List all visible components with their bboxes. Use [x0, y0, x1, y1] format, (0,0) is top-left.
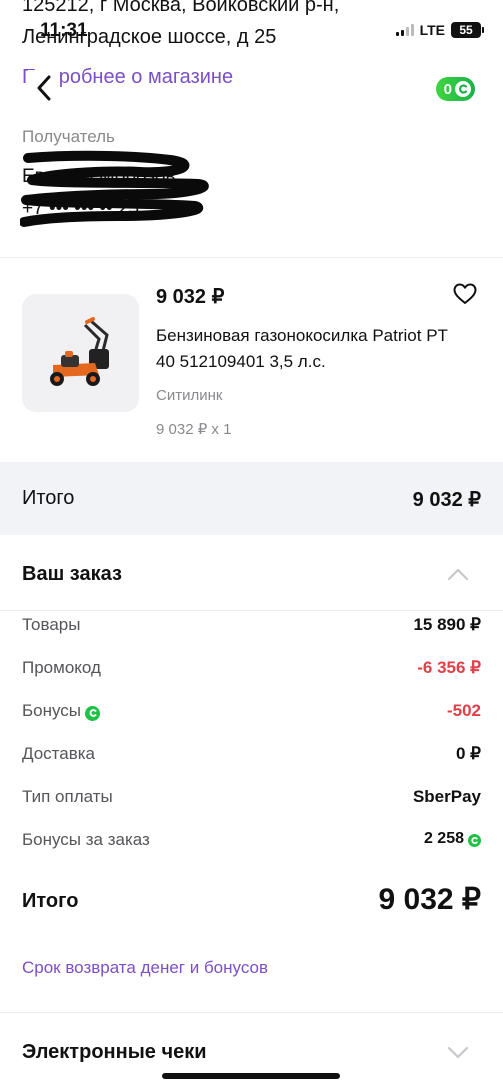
total-band-label: Итого: [22, 487, 75, 509]
product-quantity: 9 032 ₽ x 1: [156, 421, 232, 438]
order-row-label-promo: Промокод: [22, 658, 101, 677]
chevron-left-icon: [37, 75, 51, 101]
chevron-down-icon[interactable]: [447, 1045, 469, 1059]
recipient-label: Получатель: [22, 127, 115, 146]
chevron-up-icon[interactable]: [447, 567, 469, 581]
order-row-label-delivery: Доставка: [22, 744, 96, 763]
product-name[interactable]: Бензиновая газонокосилка Patriot PT 40 5…: [156, 323, 456, 375]
status-time: 11:31: [40, 20, 88, 41]
order-row-value-bonuses: -502: [446, 701, 481, 720]
lawnmower-icon: [49, 317, 109, 386]
total-band: Итого 9 032 ₽: [0, 462, 503, 535]
order-row-bonuses: Бонусы: [22, 701, 101, 721]
product-price: 9 032 ₽: [156, 286, 225, 308]
battery-icon: 55: [451, 22, 484, 38]
bonus-coin-icon: [85, 705, 101, 721]
product-seller: Ситилинк: [156, 387, 223, 404]
order-row-value-promo: -6 356 ₽: [417, 658, 481, 677]
back-button[interactable]: [28, 70, 60, 106]
redaction-scribble: [20, 150, 209, 227]
signal-icon: [395, 24, 414, 36]
order-row-value-goods: 15 890 ₽: [413, 615, 481, 634]
favorite-heart-icon[interactable]: [453, 283, 477, 305]
home-indicator: [162, 1073, 340, 1079]
receipts-section-title[interactable]: Электронные чеки: [22, 1041, 207, 1064]
order-row-value-delivery: 0 ₽: [456, 744, 481, 763]
order-row-label-goods: Товары: [22, 615, 81, 634]
total-band-value: 9 032 ₽: [412, 489, 481, 511]
divider: [0, 1012, 503, 1013]
address-line-1: 125212, г Москва, Войковский р-н,: [22, 0, 340, 16]
order-row-bonuses-earned: 2 258: [424, 830, 481, 848]
bonus-count: 0: [443, 80, 452, 98]
status-indicators: LTE 55: [395, 22, 484, 38]
bonus-coin-icon: [455, 81, 471, 97]
order-row-value-bonuses-earned: 2 258: [423, 830, 464, 847]
bonus-badge[interactable]: 0: [435, 77, 475, 101]
network-label: LTE: [419, 22, 445, 38]
order-row-label-bonuses: Бонусы: [22, 701, 82, 720]
bonus-coin-icon: [468, 834, 481, 847]
order-section-title: Ваш заказ: [22, 563, 122, 585]
divider: [0, 257, 503, 258]
order-row-label-payment: Тип оплаты: [22, 787, 113, 806]
order-row-label-bonuses-earned: Бонусы за заказ: [22, 830, 150, 849]
order-row-value-payment: SberPay: [412, 787, 481, 806]
grand-total-label: Итого: [22, 890, 79, 912]
product-image[interactable]: [22, 294, 139, 412]
battery-level: 55: [459, 23, 473, 37]
divider: [0, 610, 503, 611]
refund-terms-link[interactable]: Срок возврата денег и бонусов: [22, 958, 268, 978]
grand-total-value: 9 032 ₽: [378, 883, 482, 916]
